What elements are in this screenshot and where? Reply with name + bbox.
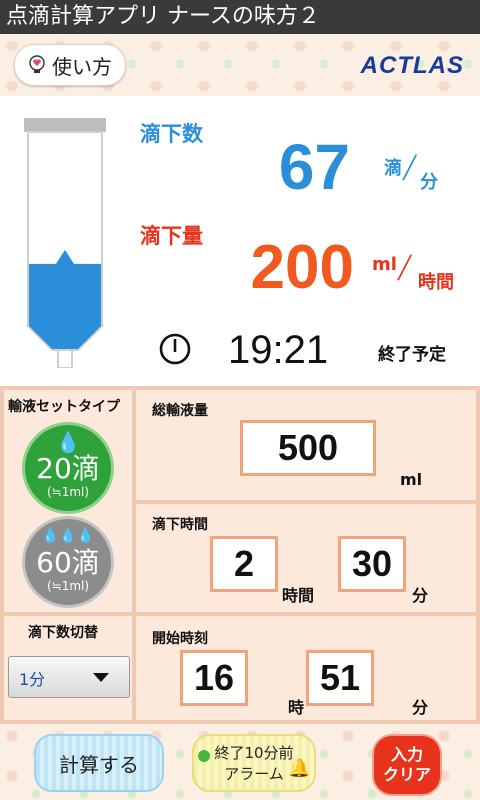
start-time-minute-input[interactable]: 51 (306, 650, 374, 706)
bag-liquid-level (29, 249, 101, 349)
clear-label-2: クリア (382, 765, 431, 784)
footer: 計算する 終了10分前 アラーム 🔔 入力 クリア (0, 724, 480, 800)
set-type-60-sub: (≒1ml) (46, 579, 90, 593)
flow-value: 200 (250, 233, 354, 302)
set-type-title: 輸液セットタイプ (8, 399, 120, 415)
start-time-minute-unit: 分 (412, 698, 429, 717)
flow-unit-bottom: 時間 (418, 272, 454, 293)
drip-rate-value: 67 (278, 131, 350, 203)
lightbulb-heart-icon (29, 55, 45, 73)
clock-icon (159, 333, 191, 365)
end-time-value: 19:21 (228, 328, 329, 372)
alarm-status-dot-icon (198, 750, 210, 762)
drip-unit-dropdown[interactable]: 1分 (8, 656, 130, 698)
total-volume-title: 総輸液量 (152, 403, 208, 419)
drip-unit-selected: 1分 (19, 670, 46, 689)
calculate-label: 計算する (59, 752, 139, 777)
drip-time-title: 滴下時間 (152, 517, 208, 533)
clear-input-button[interactable]: 入力 クリア (372, 734, 442, 796)
start-time-title: 開始時刻 (152, 631, 208, 647)
drip-time-hours-input[interactable]: 2 (210, 536, 278, 592)
alarm-label-2: アラーム (224, 765, 284, 783)
set-type-20-button[interactable]: 💧 20滴 (≒1ml) (22, 422, 114, 514)
iv-bag-illustration (24, 118, 106, 368)
drip-time-hours-unit: 時間 (282, 586, 315, 605)
drip-time-minutes-unit: 分 (412, 586, 429, 605)
switch-title: 滴下数切替 (28, 625, 98, 641)
header: 使い方 ACTLAS (0, 34, 480, 96)
triple-drop-icon: 💧💧💧 (41, 528, 95, 544)
help-label: 使い方 (52, 54, 112, 79)
end-time-label: 終了予定 (378, 345, 446, 365)
set-type-20-sub: (≒1ml) (46, 485, 90, 499)
bell-icon: 🔔 (288, 758, 311, 779)
help-button[interactable]: 使い方 (14, 44, 126, 86)
unit-slash: ╱ (403, 156, 417, 181)
set-type-60-label: 60滴 (36, 546, 100, 579)
drip-time-minutes-input[interactable]: 30 (338, 536, 406, 592)
calculate-button[interactable]: 計算する (34, 734, 164, 792)
alarm-label-1: 終了10分前 (214, 744, 294, 762)
set-type-20-label: 20滴 (36, 452, 100, 485)
start-time-hour-unit: 時 (288, 698, 305, 717)
clear-label-1: 入力 (390, 745, 423, 764)
total-volume-unit: ml (400, 470, 423, 489)
app-title: 点滴計算アプリ ナースの味方２ (6, 4, 320, 29)
set-type-60-button[interactable]: 💧💧💧 60滴 (≒1ml) (22, 516, 114, 608)
unit-slash-2: ╱ (398, 256, 412, 281)
result-area: 滴下数 67 滴 ╱ 分 滴下量 200 ml ╱ 時間 19:21 終了予定 (0, 96, 480, 386)
flow-unit-top: ml (372, 254, 397, 275)
total-volume-input[interactable]: 500 (240, 420, 376, 476)
start-time-hour-input[interactable]: 16 (180, 650, 248, 706)
drip-rate-unit-bottom: 分 (420, 172, 438, 193)
chevron-down-icon (93, 673, 109, 682)
actlas-logo: ACTLAS (360, 52, 464, 79)
drip-rate-label: 滴下数 (140, 122, 203, 146)
drop-icon: 💧 (55, 430, 81, 454)
flow-label: 滴下量 (140, 224, 203, 248)
drip-rate-unit-top: 滴 (384, 158, 402, 179)
app-title-bar: 点滴計算アプリ ナースの味方２ (0, 0, 480, 34)
